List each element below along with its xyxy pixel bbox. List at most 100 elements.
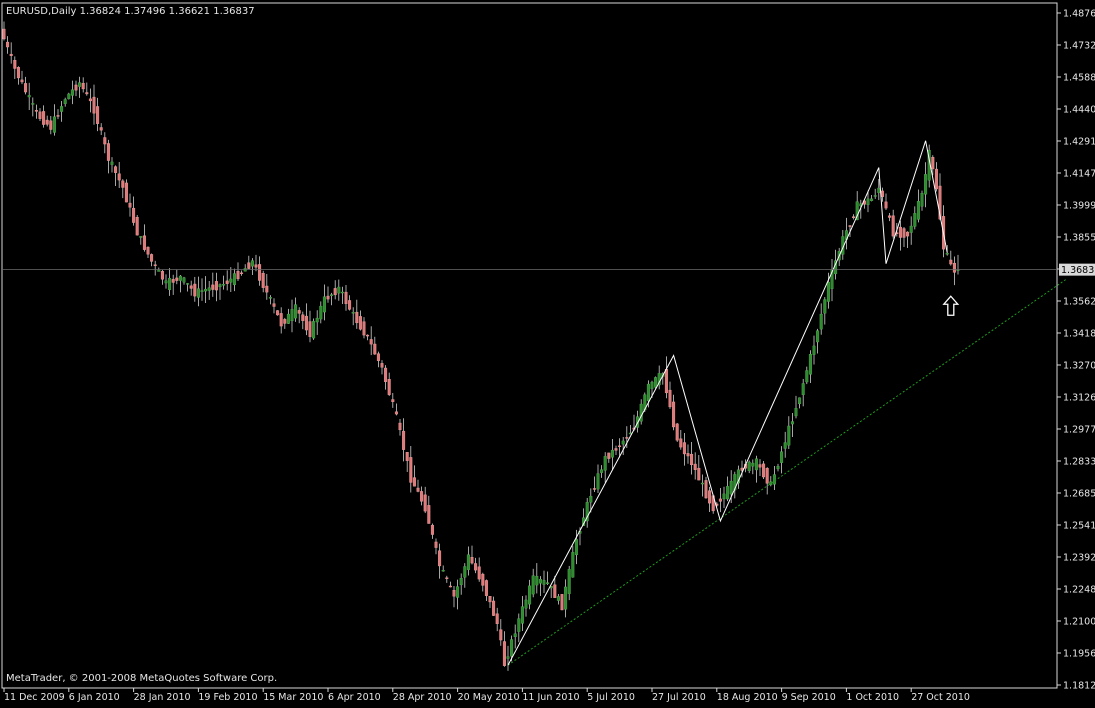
eurusd-chart[interactable]: 1.48765 1.47325 1.45880 1.44400 1.42915 1.414… <box>0 0 1095 704</box>
candle-bear <box>56 115 60 117</box>
candle-bear <box>848 225 852 227</box>
candle-bear <box>664 369 668 394</box>
candle-bear <box>261 272 265 288</box>
y-tick-label: 1.21000 <box>1063 617 1095 628</box>
candle-bear <box>106 143 110 161</box>
y-tick-label: 1.45880 <box>1063 73 1095 84</box>
candle-bull <box>700 482 704 485</box>
candle-bull <box>330 294 334 296</box>
candle-bear <box>412 477 416 487</box>
candle-bear <box>348 300 352 310</box>
candle-bear <box>758 464 762 468</box>
candle-bull <box>351 312 355 314</box>
candle-bull <box>513 633 517 638</box>
x-tick-label: 11 Dec 2009 <box>4 692 65 703</box>
x-tick-label: 20 May 2010 <box>458 692 520 703</box>
candle-bull <box>207 287 211 291</box>
candle-bear <box>308 321 312 337</box>
candle-bear <box>391 399 395 402</box>
candle-bull <box>232 273 236 286</box>
candle-bull <box>751 462 755 467</box>
candle-bull <box>783 442 787 449</box>
candle-bear <box>297 310 301 314</box>
candle-bear <box>718 498 722 502</box>
candle-bull <box>78 82 82 87</box>
candle-bear <box>625 437 629 439</box>
candle-bull <box>754 458 758 471</box>
x-tick-label: 11 Jun 2010 <box>522 692 579 703</box>
candle-bull <box>459 578 463 586</box>
y-tick-label: 1.22485 <box>1063 585 1095 596</box>
candle-bull <box>186 283 190 285</box>
candle-bear <box>952 262 956 273</box>
x-tick-label: 28 Jan 2010 <box>134 692 191 703</box>
candle-bear <box>240 272 244 275</box>
candle-bull <box>776 465 780 470</box>
candle-bull <box>157 269 161 272</box>
x-tick-label: 1 Oct 2010 <box>846 692 899 703</box>
candle-bull <box>722 493 726 500</box>
y-tick-label: 1.19560 <box>1063 649 1095 660</box>
candle-bull <box>510 639 514 657</box>
candle-bear <box>445 577 449 579</box>
candle-bear <box>607 452 611 459</box>
candle-bear <box>380 363 384 368</box>
candle-bear <box>20 79 24 83</box>
candle-bull <box>250 260 254 267</box>
candle-bull <box>70 89 74 96</box>
candle-bear <box>103 137 107 145</box>
candle-bear <box>906 231 910 237</box>
candle-bear <box>135 217 139 236</box>
candle-bear <box>495 613 499 624</box>
candle-bull <box>441 569 445 572</box>
trendline <box>507 279 1067 666</box>
candle-bull <box>801 383 805 395</box>
candle-bear <box>373 343 377 355</box>
candle-bull <box>650 381 654 389</box>
candle-bear <box>211 284 215 290</box>
x-tick-label: 5 Jul 2010 <box>587 692 635 703</box>
y-tick-label: 1.34185 <box>1063 329 1095 340</box>
candle-bull <box>726 486 730 500</box>
candle-bear <box>42 111 46 125</box>
candle-bear <box>92 96 96 114</box>
y-tick-label: 1.41475 <box>1063 169 1095 180</box>
candle-bear <box>488 596 492 603</box>
candle-bull <box>200 290 204 292</box>
candle-bear <box>142 235 146 250</box>
candle-bear <box>560 594 564 611</box>
candle-bull <box>772 474 776 485</box>
candle-bear <box>474 563 478 571</box>
candle-bear <box>682 442 686 455</box>
candle-bull <box>574 539 578 556</box>
candle-bull <box>340 291 344 294</box>
candle-bear <box>470 557 474 564</box>
candle-bear <box>225 280 229 284</box>
candle-bear <box>931 157 935 170</box>
candle-bull <box>110 161 114 165</box>
candle-bull <box>520 606 524 624</box>
candle-bull <box>182 277 186 283</box>
candle-bear <box>852 216 856 219</box>
candle-bear <box>344 291 348 304</box>
candle-bull <box>780 451 784 463</box>
candle-bear <box>358 316 362 330</box>
candle-bear <box>49 120 53 130</box>
candle-bear <box>880 190 884 197</box>
candle-bear <box>214 281 218 291</box>
candle-bear <box>402 430 406 450</box>
candle-bull <box>808 354 812 375</box>
y-tick-label: 1.48765 <box>1063 9 1095 20</box>
candle-bear <box>430 524 434 535</box>
candle-bull <box>920 193 924 207</box>
chart-canvas[interactable]: 1.48765 1.47325 1.45880 1.44400 1.42915 1.414… <box>0 0 1095 704</box>
candle-bear <box>74 84 78 91</box>
candle-bull <box>589 495 593 503</box>
candle-bull <box>794 408 798 417</box>
candle-bull <box>596 473 600 490</box>
candle-bear <box>9 53 13 56</box>
x-tick-label: 19 Feb 2010 <box>198 692 257 703</box>
candle-bull <box>729 480 733 495</box>
candle-bull <box>916 201 920 220</box>
candle-bear <box>85 92 89 95</box>
